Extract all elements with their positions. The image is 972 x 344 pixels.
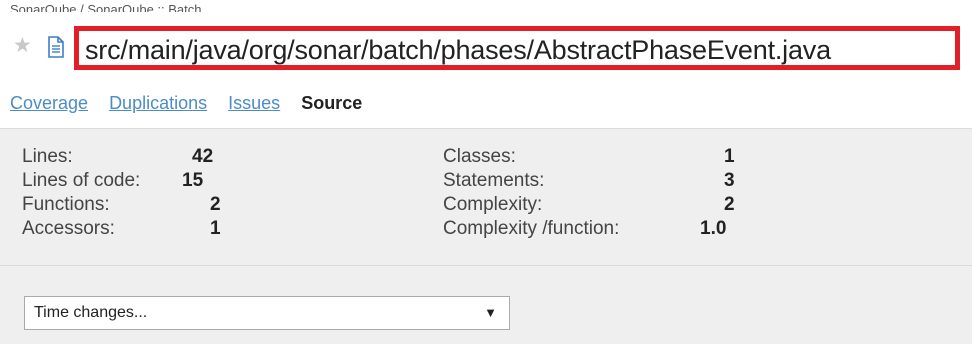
panel-divider [0, 265, 972, 266]
metrics-right-column: Classes: 1 Statements: 3 Complexity: 2 C… [443, 145, 763, 241]
metric-lines-of-code: Lines of code: 15 [22, 169, 242, 193]
metric-value: 2 [210, 194, 221, 215]
metric-label: Functions: [22, 194, 110, 215]
tab-duplications[interactable]: Duplications [109, 93, 207, 113]
metric-value: 3 [724, 170, 735, 191]
file-path: src/main/java/org/sonar/batch/phases/Abs… [85, 35, 831, 65]
star-icon[interactable]: ★ [13, 34, 32, 58]
metrics-panel: Lines: 42 Lines of code: 15 Functions: 2… [0, 128, 972, 344]
metric-complexity-per-function: Complexity /function: 1.0 [443, 217, 763, 241]
tab-coverage[interactable]: Coverage [10, 93, 88, 113]
file-icon [48, 36, 64, 58]
metric-accessors: Accessors: 1 [22, 217, 242, 241]
metric-value: 2 [724, 194, 735, 215]
metric-lines: Lines: 42 [22, 145, 242, 169]
tab-source[interactable]: Source [301, 93, 362, 113]
metric-complexity: Complexity: 2 [443, 193, 763, 217]
file-title-row: ★ src/main/java/org/sonar/batch/phases/A… [0, 24, 972, 72]
metric-statements: Statements: 3 [443, 169, 763, 193]
metric-label: Complexity /function: [443, 218, 620, 239]
tab-bar: Coverage Duplications Issues Source [10, 93, 378, 114]
metric-value: 15 [182, 170, 204, 191]
time-changes-select[interactable]: Time changes... ▼ [24, 296, 510, 330]
tab-issues[interactable]: Issues [228, 93, 280, 113]
metric-label: Complexity: [443, 194, 543, 215]
breadcrumb[interactable]: SonarQube / SonarQube :: Batch [10, 0, 202, 12]
metric-functions: Functions: 2 [22, 193, 242, 217]
metric-value: 1 [724, 146, 735, 167]
metric-value: 42 [192, 146, 214, 167]
time-changes-selected: Time changes... [34, 304, 148, 321]
metric-label: Classes: [443, 146, 516, 167]
metrics-left-column: Lines: 42 Lines of code: 15 Functions: 2… [22, 145, 242, 241]
metric-label: Lines of code: [22, 170, 141, 191]
metric-value: 1 [210, 218, 221, 239]
metric-label: Lines: [22, 146, 73, 167]
metric-label: Accessors: [22, 218, 115, 239]
metric-classes: Classes: 1 [443, 145, 763, 169]
metric-label: Statements: [443, 170, 545, 191]
metric-value: 1.0 [700, 218, 727, 239]
dropdown-arrow-icon: ▼ [484, 305, 497, 320]
